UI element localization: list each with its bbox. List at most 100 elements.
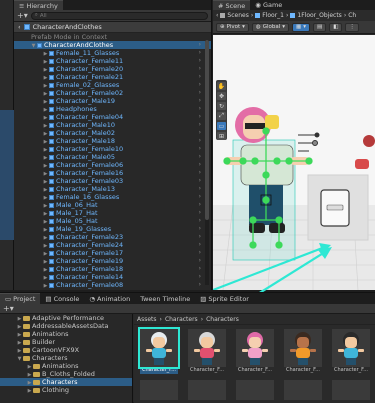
hierarchy-item[interactable]: ▶ Character_Male13 › (14, 185, 211, 193)
hierarchy-item[interactable]: ▶ Character_Female02 › (14, 89, 211, 97)
hierarchy-item[interactable]: ▶ Female_02_Glasses › (14, 81, 211, 89)
folder-item[interactable]: ▶ AddressableAssetsData (0, 322, 132, 330)
hierarchy-item[interactable]: ▶ Character_Female04 › (14, 113, 211, 121)
chevron-right-icon[interactable]: › (199, 89, 201, 97)
tab-scene[interactable]: # Scene (213, 0, 251, 10)
hierarchy-item[interactable]: ▶ Character_Female11 › (14, 57, 211, 65)
rect-tool-icon[interactable]: ▭ (217, 122, 226, 130)
chevron-right-icon[interactable]: › (199, 217, 201, 225)
chevron-right-icon[interactable]: › (199, 97, 201, 105)
transform-tool-icon[interactable]: ⊞ (217, 132, 226, 140)
chevron-right-icon[interactable]: › (199, 225, 201, 233)
add-button[interactable]: +▾ (17, 11, 28, 20)
hierarchy-item[interactable]: ▶ Male_06_Hat › (14, 201, 211, 209)
expand-arrow-icon[interactable]: ▼ (16, 355, 23, 363)
asset-thumbnail[interactable] (140, 380, 178, 400)
breadcrumb-item[interactable]: Floor_1 (262, 12, 284, 19)
hierarchy-item[interactable]: ▼ CharacterAndClothes › (14, 41, 211, 49)
back-arrow-icon[interactable]: ‹ (18, 23, 21, 31)
tab-game[interactable]: ◉ Game (250, 0, 287, 10)
chevron-right-icon[interactable]: › (199, 201, 201, 209)
prefab-header[interactable]: ‹ CharacterAndClothes (14, 22, 211, 33)
chevron-right-icon[interactable]: › (199, 105, 201, 113)
asset-thumbnail[interactable]: Character_F... (236, 329, 274, 374)
hierarchy-item[interactable]: ▶ Character_Male05 › (14, 153, 211, 161)
collapse-arrow-icon[interactable]: ▶ (42, 282, 49, 290)
chevron-right-icon[interactable]: › (199, 129, 201, 137)
hierarchy-item[interactable]: ▶ Female_16_Glasses › (14, 193, 211, 201)
hierarchy-search-input[interactable]: ⌕ All (30, 11, 208, 20)
tab-project[interactable]: ▭ Project (0, 293, 41, 304)
folder-item[interactable]: ▶ Animations (0, 362, 132, 370)
hierarchy-item[interactable]: ▶ Character_Female10 › (14, 145, 211, 153)
chevron-right-icon[interactable]: › (199, 169, 201, 177)
folder-item[interactable]: ▶ Builder (0, 338, 132, 346)
chevron-left-icon[interactable]: ‹ (216, 12, 218, 19)
hierarchy-item[interactable]: ▶ Character_Female21 › (14, 73, 211, 81)
folder-item[interactable]: ▶ Clothing (0, 386, 132, 394)
chevron-right-icon[interactable]: › (199, 49, 201, 57)
hierarchy-item[interactable]: Prefab Mode in Context (14, 33, 211, 41)
tab-animation[interactable]: ◔ Animation (84, 293, 135, 304)
asset-thumbnail[interactable] (284, 380, 322, 400)
chevron-right-icon[interactable]: › (199, 209, 201, 217)
breadcrumb-item[interactable]: Characters (165, 316, 198, 323)
overlay-button[interactable]: ◧ (329, 22, 343, 32)
hierarchy-item[interactable]: ▶ Character_Male18 › (14, 137, 211, 145)
global-dropdown[interactable]: ◍ Global ▾ (251, 22, 290, 32)
folder-item[interactable]: ▶ CartoonVFX9X (0, 346, 132, 354)
hierarchy-item[interactable]: ▶ Character_Female06 › (14, 161, 211, 169)
folder-item[interactable]: ▶ Adaptive Performance (0, 314, 132, 322)
chevron-right-icon[interactable]: › (199, 161, 201, 169)
chevron-right-icon[interactable]: › (199, 185, 201, 193)
chevron-right-icon[interactable]: › (199, 177, 201, 185)
rotate-tool-icon[interactable]: ↻ (217, 102, 226, 110)
breadcrumb-item[interactable]: 1Floor_Objects (297, 12, 341, 19)
hierarchy-item[interactable]: ▶ Character_Female03 › (14, 177, 211, 185)
hierarchy-item[interactable]: ▶ Headphones › (14, 105, 211, 113)
hierarchy-item[interactable]: ▶ Character_Female20 › (14, 65, 211, 73)
hierarchy-item[interactable]: ▶ Character_Male02 › (14, 129, 211, 137)
hierarchy-item[interactable]: ▶ Male_05_Hat › (14, 217, 211, 225)
asset-thumbnail[interactable]: Character_F... (138, 327, 180, 374)
chevron-right-icon[interactable]: › (199, 153, 201, 161)
tab-sprite-editor[interactable]: ▨ Sprite Editor (195, 293, 254, 304)
add-button[interactable]: +▾ (3, 304, 14, 313)
collapse-arrow-icon[interactable]: ▶ (26, 387, 33, 395)
breadcrumb-item[interactable]: Ch (348, 12, 356, 19)
asset-thumbnail[interactable] (188, 380, 226, 400)
tab-hierarchy[interactable]: ≡ Hierarchy (14, 0, 63, 10)
breadcrumb-item[interactable]: Assets (137, 316, 157, 323)
asset-thumbnail[interactable] (332, 380, 370, 400)
folder-item[interactable]: ▶ Characters (0, 378, 132, 386)
scale-tool-icon[interactable]: ⤢ (217, 112, 226, 120)
move-tool-icon[interactable]: ✥ (217, 92, 226, 100)
tab-console[interactable]: ▤ Console (40, 293, 84, 304)
chevron-right-icon[interactable]: › (199, 73, 201, 81)
chevron-right-icon[interactable]: › (199, 137, 201, 145)
more-button[interactable]: ⋮ (345, 22, 359, 32)
asset-thumbnail[interactable] (236, 380, 274, 400)
hierarchy-item[interactable]: ▶ Character_Male19 › (14, 97, 211, 105)
asset-thumbnail[interactable]: Character_F... (332, 329, 370, 374)
folder-item[interactable]: ▼ Characters (0, 354, 132, 362)
hierarchy-item[interactable]: ▶ Female_11_Glasses › (14, 49, 211, 57)
hierarchy-item[interactable]: ▶ Male_17_Hat › (14, 209, 211, 217)
hierarchy-item[interactable]: ▶ Character_Female16 › (14, 169, 211, 177)
chevron-right-icon[interactable]: › (199, 57, 201, 65)
breadcrumb-item[interactable]: Characters (206, 316, 239, 323)
tab-tween-timeline[interactable]: Tween Timeline (135, 293, 195, 304)
chevron-right-icon[interactable]: › (199, 121, 201, 129)
folder-item[interactable]: ▶ B_Cloths_Folded (0, 370, 132, 378)
hierarchy-item[interactable]: ▶ Character_Male10 › (14, 121, 211, 129)
hand-tool-icon[interactable]: ✋ (217, 82, 226, 90)
chevron-right-icon[interactable]: › (199, 193, 201, 201)
chevron-right-icon[interactable]: › (199, 41, 201, 49)
chevron-right-icon[interactable]: › (199, 113, 201, 121)
scrollbar-thumb[interactable] (205, 40, 209, 220)
asset-thumbnail[interactable]: Character_F... (188, 329, 226, 374)
snap-dropdown[interactable]: ▦ ▾ (292, 22, 310, 32)
breadcrumb-item[interactable]: Scenes (227, 12, 248, 19)
increment-button[interactable]: ▤ (312, 22, 327, 32)
chevron-right-icon[interactable]: › (199, 81, 201, 89)
